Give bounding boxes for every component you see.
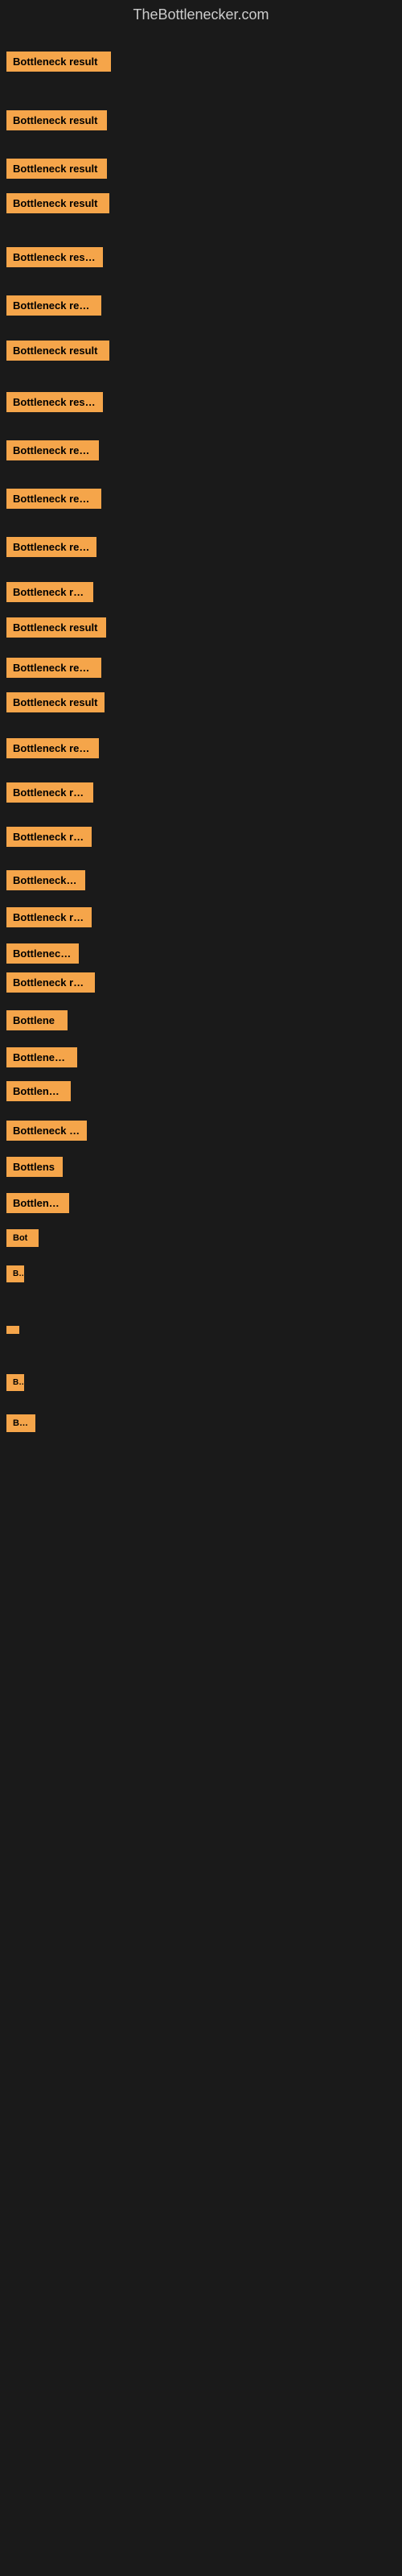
bottleneck-item: Bottleneck result	[6, 738, 99, 758]
bottleneck-item: Bottleneck result	[6, 193, 109, 213]
bottleneck-item: Bottleneck r	[6, 1047, 77, 1067]
bottleneck-item: Bottleneck result	[6, 247, 103, 267]
bottleneck-item: Bottleneck result	[6, 907, 92, 927]
bottleneck-item: Bottleneck result	[6, 537, 96, 557]
bottleneck-item: Bottleneck result	[6, 52, 111, 72]
bottleneck-item: Bottleneck res	[6, 1121, 87, 1141]
bottleneck-item: Bottleneck result	[6, 440, 99, 460]
bottleneck-item: Bottleneck result	[6, 295, 101, 316]
bottleneck-item: Bottleneck result	[6, 692, 105, 712]
bottleneck-item: Bottleneck result	[6, 782, 93, 803]
bottleneck-item: Bottleneck	[6, 1193, 69, 1213]
bottleneck-item: B	[6, 1265, 24, 1282]
bottleneck-item: Bottleneck re	[6, 870, 85, 890]
bottleneck-item: Bottlene	[6, 1010, 68, 1030]
bottleneck-item: Bottleneck result	[6, 582, 93, 602]
bottleneck-item: Bottleneck	[6, 1081, 71, 1101]
bottleneck-item: Bottlens	[6, 1157, 63, 1177]
bottleneck-item: Bottleneck result	[6, 972, 95, 993]
bottleneck-item: Bottleneck result	[6, 827, 92, 847]
bottleneck-item: Bottleneck result	[6, 110, 107, 130]
bottleneck-item: Bottleneck result	[6, 341, 109, 361]
bottleneck-item: Bot	[6, 1229, 39, 1247]
bottleneck-item: Bott	[6, 1414, 35, 1432]
bottleneck-item: Bottleneck result	[6, 159, 107, 179]
bottleneck-item: Bottleneck result	[6, 392, 103, 412]
bottleneck-item: Bottleneck result	[6, 617, 106, 638]
bottleneck-item	[6, 1326, 19, 1334]
bottleneck-item: B	[6, 1374, 24, 1391]
site-title: TheBottlenecker.com	[0, 0, 402, 30]
bottleneck-item: Bottleneck result	[6, 489, 101, 509]
bottleneck-item: Bottleneck result	[6, 658, 101, 678]
bottleneck-item: Bottleneck r	[6, 943, 79, 964]
